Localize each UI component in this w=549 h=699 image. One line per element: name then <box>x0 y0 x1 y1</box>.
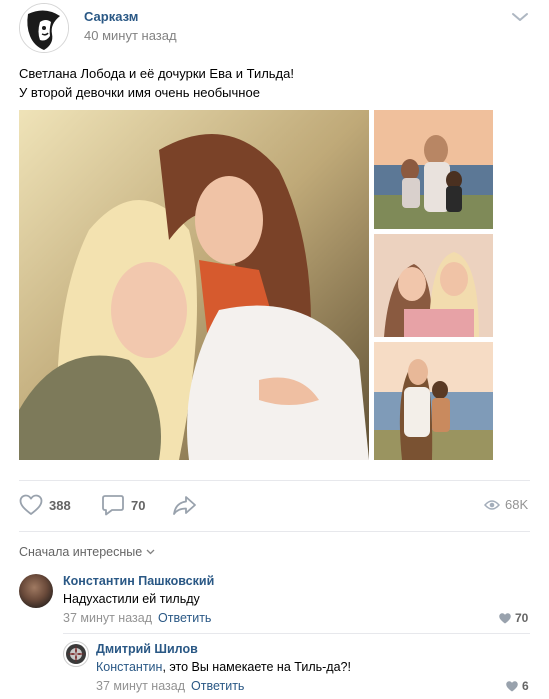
share-icon <box>173 496 196 515</box>
comment-time[interactable]: 37 минут назад <box>63 611 152 625</box>
post-text-line: Светлана Лобода и её дочурки Ева и Тильд… <box>19 66 294 81</box>
avatar[interactable] <box>63 641 89 667</box>
comment-button[interactable]: 70 <box>101 492 145 518</box>
divider <box>19 531 530 532</box>
menu-chevron-icon[interactable] <box>510 10 530 24</box>
comment-text: Надухастили ей тильду <box>63 592 200 606</box>
community-avatar[interactable] <box>19 3 69 53</box>
post-text-line: У второй девочки имя очень необычное <box>19 85 260 100</box>
photo-thumbnail[interactable] <box>374 234 493 337</box>
photo-thumbnail-image <box>374 234 493 337</box>
comment-text: Константин, это Вы намекаете на Тиль-да?… <box>96 660 351 674</box>
comment-likes-count: 70 <box>515 611 529 625</box>
comment-meta: 37 минут назад Ответить <box>63 611 211 625</box>
chevron-down-icon <box>146 549 155 555</box>
avatar-image <box>66 644 86 664</box>
heart-icon <box>499 612 511 623</box>
reply-button[interactable]: Ответить <box>158 611 211 625</box>
post: Сарказм 40 минут назад Светлана Лобода и… <box>0 0 549 699</box>
comment-like-button[interactable]: 6 <box>506 679 529 693</box>
comment-text-body: , это Вы намекаете на Тиль-да?! <box>162 660 351 674</box>
comment-icon <box>102 495 124 516</box>
views-count: 68K <box>505 497 529 512</box>
share-button[interactable] <box>172 492 198 518</box>
divider <box>19 480 530 481</box>
views: 68K <box>484 497 528 512</box>
avatar[interactable] <box>19 574 53 608</box>
divider <box>63 633 530 634</box>
heart-icon <box>506 680 518 691</box>
community-name[interactable]: Сарказм <box>84 9 138 24</box>
photo-thumbnail[interactable] <box>374 342 493 460</box>
comment-meta: 37 минут назад Ответить <box>96 679 244 693</box>
comments-sort-label: Сначала интересные <box>19 545 143 559</box>
reply-button[interactable]: Ответить <box>191 679 244 693</box>
photo-main-image <box>19 110 369 460</box>
comments-sort-dropdown[interactable]: Сначала интересные <box>19 545 155 559</box>
reply-to-link[interactable]: Константин <box>96 660 162 674</box>
photo-main[interactable] <box>19 110 369 460</box>
likes-count: 388 <box>49 497 71 513</box>
community-logo <box>20 4 68 52</box>
like-button[interactable]: 388 <box>19 492 71 518</box>
comment-like-button[interactable]: 70 <box>499 611 528 625</box>
comment-likes-count: 6 <box>522 679 529 693</box>
comment-time[interactable]: 37 минут назад <box>96 679 185 693</box>
comments-count: 70 <box>131 497 146 513</box>
photo-thumbnail-image <box>374 110 493 229</box>
heart-icon <box>19 494 43 515</box>
photo-thumbnail[interactable] <box>374 110 493 229</box>
comment-author[interactable]: Константин Пашковский <box>63 574 214 588</box>
post-timestamp[interactable]: 40 минут назад <box>84 28 177 43</box>
post-text: Светлана Лобода и её дочурки Ева и Тильд… <box>19 64 294 102</box>
eye-icon <box>484 499 500 510</box>
photo-thumbnail-image <box>374 342 493 460</box>
comment-author[interactable]: Дмитрий Шилов <box>96 642 198 656</box>
